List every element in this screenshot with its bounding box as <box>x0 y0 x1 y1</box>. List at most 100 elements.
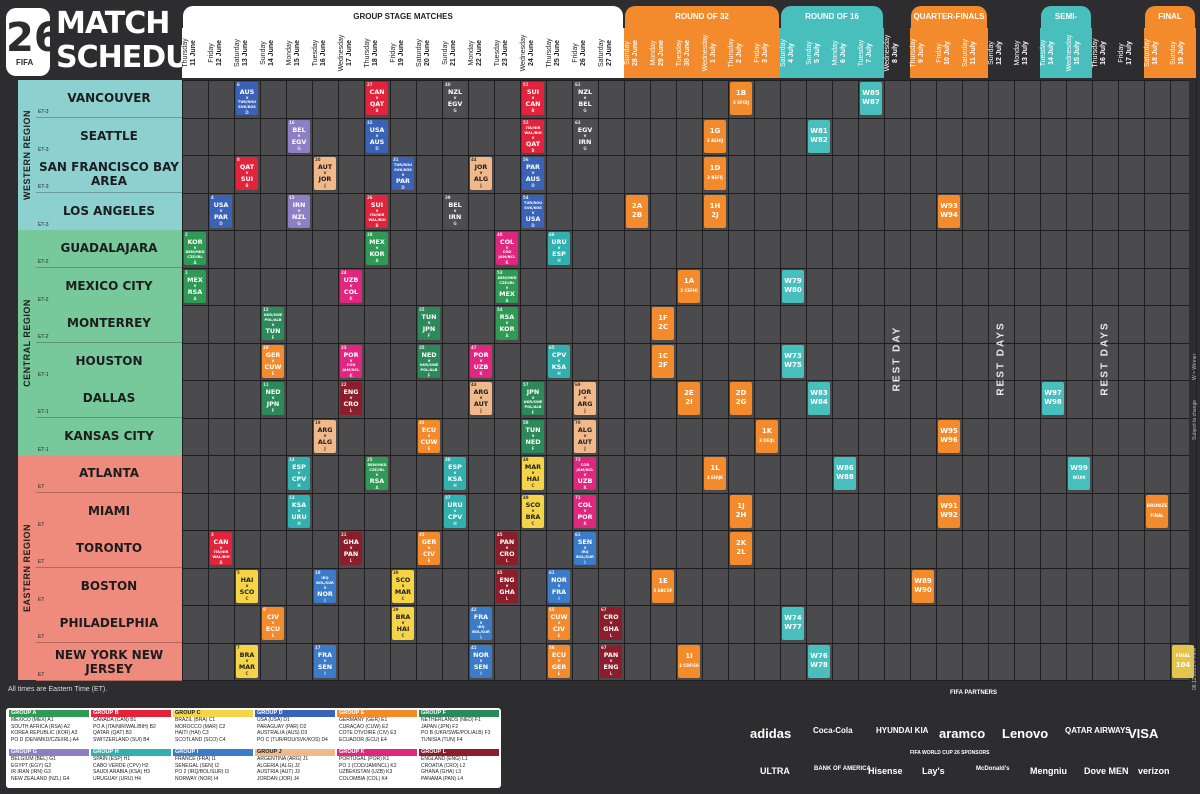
match-block[interactable]: 72 COD JAM/NCL v UZB K <box>574 457 596 490</box>
match-block[interactable]: 70 ALG v AUT J <box>574 419 596 453</box>
match-block[interactable]: 8 QAT v SUI B <box>236 157 258 190</box>
match-block[interactable]: 30 SCO v MAR C <box>392 569 414 603</box>
knockout-block[interactable]: W79 W80 <box>782 269 804 303</box>
match-block[interactable]: 47 POR v UZB K <box>470 344 492 378</box>
match-block[interactable]: 22 ENG v CRO L <box>340 382 362 415</box>
match-block[interactable]: 58 TUN v NED F <box>522 419 544 453</box>
match-block[interactable]: 54 TUR/ROU SVK/KOS v USA D <box>522 194 544 228</box>
knockout-block[interactable]: 1J 2H <box>730 494 752 528</box>
match-block[interactable]: 37 URU v CPV H <box>444 494 466 528</box>
match-block[interactable]: 56 ECU v GER E <box>548 644 570 678</box>
match-block[interactable]: 24 UZB v COL K <box>340 269 362 303</box>
match-block[interactable]: 71 COL v POR K <box>574 494 596 528</box>
knockout-block[interactable]: W76 W78 <box>808 644 830 678</box>
match-block[interactable]: 49 SCO v BRA C <box>522 494 544 528</box>
match-block[interactable]: 19 ARG v ALG J <box>314 419 336 453</box>
match-block[interactable]: 51 SUI v CAN B <box>522 82 544 115</box>
knockout-block[interactable]: 1C 2F <box>652 344 674 378</box>
knockout-block[interactable]: 2K 2L <box>730 532 752 565</box>
match-block[interactable]: 56 PAR v AUS D <box>522 157 544 190</box>
knockout-block[interactable]: W74 W77 <box>782 607 804 640</box>
knockout-block[interactable]: 1F 2C <box>652 307 674 340</box>
match-block[interactable]: 67 CRO v GHA L <box>600 607 622 640</box>
match-block[interactable]: 48 COL v COD JAM/NCL K <box>496 232 518 265</box>
match-block[interactable]: 28 MEX v KOR A <box>366 232 388 265</box>
match-block[interactable]: 15 IRN v NZL G <box>288 194 310 228</box>
match-block[interactable]: 25 DEN/MKD CZE/IRL v RSA A <box>366 457 388 490</box>
match-block[interactable]: 57 JPN v UKR/SWE POL/ALB F <box>522 382 544 415</box>
match-block[interactable]: 49 MAR v HAI C <box>522 457 544 490</box>
match-block[interactable]: 61 NOR v FRA I <box>548 569 570 603</box>
knockout-block[interactable]: 1A 3 CEFHI <box>678 269 700 303</box>
knockout-block[interactable]: W73 W75 <box>782 344 804 378</box>
match-block[interactable]: 55 CUW v CIV E <box>548 607 570 640</box>
match-block[interactable]: 52 ITA/NIR WAL/BIH v QAT B <box>522 119 544 153</box>
knockout-block[interactable]: 1E 3 ABCDF <box>652 569 674 603</box>
match-block[interactable]: 31 TUR/ROU SVK/KOS v PAR D <box>392 157 414 190</box>
match-block[interactable]: 45 PAN v CRO L <box>496 532 518 565</box>
match-block[interactable]: 33 GER v CIV E <box>418 532 440 565</box>
knockout-block[interactable]: 1L 3 EHIJK <box>704 457 726 490</box>
match-block[interactable]: 53 DEN/MKD CZE/IRL v MEX A <box>496 269 518 303</box>
match-block[interactable]: 63 EGV v IRN G <box>574 119 596 153</box>
match-block[interactable]: 14 ESP v CPV H <box>288 457 310 490</box>
knockout-block[interactable]: W85 W87 <box>860 82 882 115</box>
match-block[interactable]: 6 AUS v TUR/ROU SVK/KOS D <box>236 82 258 115</box>
knockout-block[interactable]: W99 W100 <box>1068 457 1090 490</box>
match-block[interactable]: 44 JOR v ALG J <box>470 157 492 190</box>
knockout-block[interactable]: W95 W96 <box>938 419 960 453</box>
knockout-block[interactable]: 2D 2G <box>730 382 752 415</box>
match-block[interactable]: 66 URU v ESP H <box>548 232 570 265</box>
match-block[interactable]: 18 IRQ BOL/SUR v NOR I <box>314 569 336 603</box>
match-block[interactable]: 27 CAN v QAT B <box>366 82 388 115</box>
match-block[interactable]: 17 FRA v SEN I <box>314 644 336 678</box>
match-block[interactable]: 41 NOR v SEN I <box>470 644 492 678</box>
match-block[interactable]: 29 BRA v HAI C <box>392 607 414 640</box>
match-block[interactable]: 5 HAI v SCO C <box>236 569 258 603</box>
knockout-block[interactable]: 2A 2B <box>626 194 648 228</box>
match-block[interactable]: 3 CAN v ITA/NIR WAL/BIH B <box>210 532 232 565</box>
knockout-block[interactable]: W86 W88 <box>834 457 856 490</box>
match-block[interactable]: 1 MEX v RSA A <box>184 269 206 303</box>
knockout-block[interactable]: 1D 3 BEFIJ <box>704 157 726 190</box>
match-block[interactable]: 9 CIV v ECU E <box>262 607 284 640</box>
knockout-block[interactable]: 1H 2J <box>704 194 726 228</box>
knockout-block[interactable]: W83 W84 <box>808 382 830 415</box>
knockout-block[interactable]: FINAL 104 <box>1172 644 1194 678</box>
match-block[interactable]: 38 ESP v KSA H <box>444 457 466 490</box>
match-block[interactable]: 43 ARG v AUT J <box>470 382 492 415</box>
match-block[interactable]: 42 FRA v IRQ BOL/SUR I <box>470 607 492 640</box>
knockout-block[interactable]: 1I 3 CDFGH <box>678 644 700 678</box>
knockout-block[interactable]: 1B 3 EFGIJ <box>730 82 752 115</box>
match-block[interactable]: 67 PAN v ENG L <box>600 644 622 678</box>
match-block[interactable]: 11 NED v JPN F <box>262 382 284 415</box>
match-block[interactable]: 40 NZL v EGV G <box>444 82 466 115</box>
match-block[interactable]: 69 JOR v ARG J <box>574 382 596 415</box>
knockout-block[interactable]: 1G 3 AEHIJ <box>704 119 726 153</box>
match-block[interactable]: 12 UKR/SWE POL/ALB v TUN F <box>262 307 284 340</box>
match-block[interactable]: 45 ENG v GHA L <box>496 569 518 603</box>
match-block[interactable]: 39 BEL v IRN G <box>444 194 466 228</box>
knockout-block[interactable]: W97 W98 <box>1042 382 1064 415</box>
match-block[interactable]: 4 USA v PAR D <box>210 194 232 228</box>
match-block[interactable]: 26 SUI v ITA/NIR WAL/BIH B <box>366 194 388 228</box>
knockout-block[interactable]: 1K 3 DEIJL <box>756 419 778 453</box>
match-block[interactable]: 54 RSA v KOR A <box>496 307 518 340</box>
match-block[interactable]: 61 SEN v IRQ BOL/SUR I <box>574 532 596 565</box>
match-block[interactable]: 35 NED v UKR/SWE POL/ALB F <box>418 344 440 378</box>
knockout-block[interactable]: W93 W94 <box>938 194 960 228</box>
match-block[interactable]: 21 GHA v PAN L <box>340 532 362 565</box>
knockout-block[interactable]: BRONZE FINAL <box>1146 494 1168 528</box>
match-block[interactable]: 20 AUT v JOR J <box>314 157 336 190</box>
match-block[interactable]: 61 NZL v BEL G <box>574 82 596 115</box>
match-block[interactable]: 7 BRA v MAR C <box>236 644 258 678</box>
match-block[interactable]: 34 ECU v CUW E <box>418 419 440 453</box>
match-block[interactable]: 2 KOR v DEN/MKD CZE/IRL A <box>184 232 206 265</box>
match-block[interactable]: 16 BEL v EGV G <box>288 119 310 153</box>
match-block[interactable]: 13 KSA v URU H <box>288 494 310 528</box>
knockout-block[interactable]: 2E 2I <box>678 382 700 415</box>
match-block[interactable]: 23 POR v COD JAM/NCL K <box>340 344 362 378</box>
knockout-block[interactable]: W81 W82 <box>808 119 830 153</box>
match-block[interactable]: 65 CPV v KSA H <box>548 344 570 378</box>
knockout-block[interactable]: W89 W90 <box>912 569 934 603</box>
